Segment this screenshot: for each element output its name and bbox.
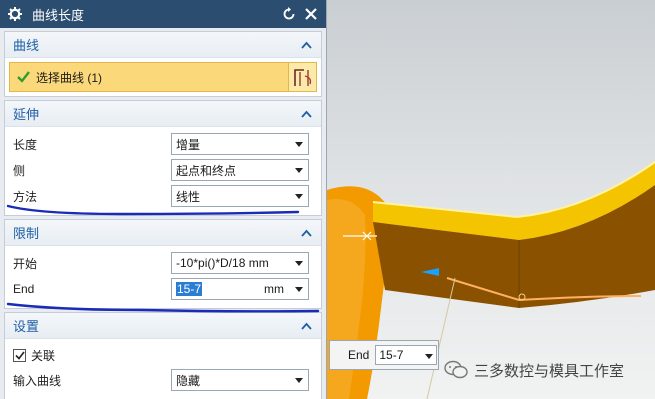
length-row: 长度 增量: [13, 131, 315, 157]
reset-icon[interactable]: [280, 5, 298, 23]
length-dropdown[interactable]: 增量: [171, 133, 309, 155]
viewport-end-field[interactable]: 15-7: [375, 345, 438, 365]
start-label: 开始: [13, 256, 38, 271]
extend-section-header[interactable]: 延伸: [5, 101, 321, 127]
dropdown-arrow-icon[interactable]: [294, 258, 304, 268]
method-row: 方法 线性: [13, 183, 315, 209]
watermark-text: 三多数控与模具工作室: [474, 362, 625, 380]
side-value: 起点和终点: [176, 163, 237, 178]
dialog-title: 曲线长度: [32, 7, 85, 23]
start-unit: mm: [248, 256, 269, 270]
method-dropdown[interactable]: 线性: [171, 185, 309, 207]
curve-section-header[interactable]: 曲线: [5, 32, 321, 58]
input-curve-value: 隐藏: [176, 373, 201, 388]
length-label: 长度: [13, 137, 38, 152]
method-value: 线性: [176, 189, 201, 204]
chevron-up-icon[interactable]: [299, 38, 313, 52]
end-expression-field[interactable]: 15-7 mm: [171, 278, 309, 300]
chevron-up-icon[interactable]: [299, 226, 313, 240]
chevron-up-icon[interactable]: [299, 107, 313, 121]
start-expression-field[interactable]: -10*pi()*D/18 mm: [171, 252, 309, 274]
curve-selector-button[interactable]: [288, 63, 316, 91]
start-row: 开始 -10*pi()*D/18 mm: [13, 250, 315, 276]
curve-section: 曲线 选择曲线 (1): [4, 31, 322, 97]
dropdown-arrow-icon: [294, 191, 304, 201]
end-unit: mm: [264, 282, 284, 296]
viewport-end-label: End: [348, 348, 370, 362]
settings-section: 设置 关联 输入曲线 隐藏: [4, 312, 322, 399]
dropdown-arrow-icon: [294, 139, 304, 149]
end-value[interactable]: 15-7: [176, 282, 264, 296]
input-curve-row: 输入曲线 隐藏: [13, 367, 315, 393]
end-row: End 15-7 mm: [13, 276, 315, 302]
dropdown-arrow-icon[interactable]: [425, 348, 434, 362]
associate-checkbox[interactable]: [13, 348, 26, 362]
input-curve-dropdown[interactable]: 隐藏: [171, 369, 309, 391]
viewport-end-value[interactable]: 15-7: [379, 348, 425, 362]
extend-section-title: 延伸: [13, 107, 40, 122]
close-icon[interactable]: [302, 5, 320, 23]
side-dropdown[interactable]: 起点和终点: [171, 159, 309, 181]
curve-rule-icon: [293, 69, 311, 86]
side-row: 侧 起点和终点: [13, 157, 315, 183]
start-value: -10*pi()*D/18 mm: [176, 256, 269, 270]
associate-label: 关联: [31, 348, 56, 363]
check-icon: [16, 70, 30, 84]
select-curve-row[interactable]: 选择曲线 (1): [9, 62, 317, 92]
settings-section-header[interactable]: 设置: [5, 313, 321, 339]
chevron-up-icon[interactable]: [299, 319, 313, 333]
limits-section: 限制 开始 -10*pi()*D/18 mm End 15-7 mm: [4, 219, 322, 309]
input-curve-label: 输入曲线: [13, 373, 62, 388]
extend-section: 延伸 长度 增量 侧 起点和终点 方法 线性: [4, 100, 322, 216]
dropdown-arrow-icon: [294, 375, 304, 385]
limits-section-header[interactable]: 限制: [5, 220, 321, 246]
end-label: End: [13, 282, 35, 296]
gear-icon[interactable]: [6, 5, 24, 23]
dropdown-arrow-icon: [294, 165, 304, 175]
curve-length-dialog: 曲线长度 曲线 选择曲线 (1) 延伸 长度 增量 侧 起点和终点 方法 线性 …: [0, 0, 327, 399]
settings-section-title: 设置: [13, 319, 40, 334]
watermark: 三多数控与模具工作室: [444, 357, 624, 383]
method-label: 方法: [13, 189, 38, 204]
select-curve-label: 选择曲线 (1): [36, 70, 103, 85]
dropdown-arrow-icon[interactable]: [294, 284, 304, 294]
wechat-icon: [444, 359, 468, 381]
limits-section-title: 限制: [13, 226, 40, 241]
end-value-selected: 15-7: [176, 282, 203, 296]
dialog-titlebar: 曲线长度: [0, 0, 326, 28]
length-value: 增量: [176, 137, 201, 152]
curve-section-title: 曲线: [13, 38, 40, 53]
associate-row[interactable]: 关联: [13, 343, 315, 367]
viewport-end-input: End 15-7: [329, 340, 439, 370]
side-label: 侧: [13, 163, 26, 178]
